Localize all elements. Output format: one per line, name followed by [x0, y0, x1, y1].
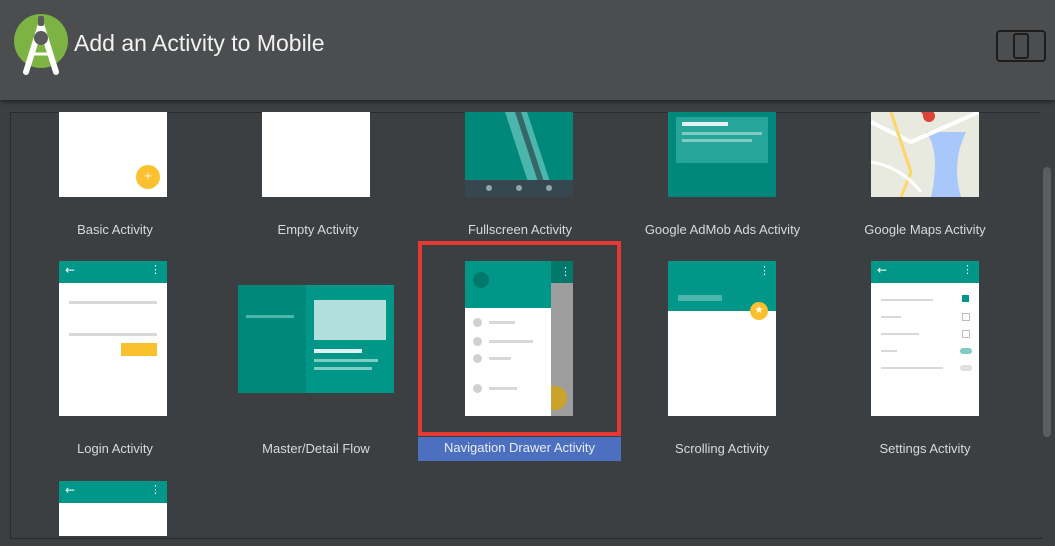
app-bar: ← ⋮: [59, 481, 167, 503]
login-button: [121, 343, 157, 356]
checkbox-checked-icon: [962, 295, 969, 302]
scrolling-activity-thumbnail: ⋮ ★: [668, 261, 776, 416]
activity-label: Fullscreen Activity: [467, 222, 573, 237]
activity-label: Navigation Drawer Activity: [418, 437, 621, 461]
activity-label: Master/Detail Flow: [262, 441, 370, 456]
back-arrow-icon: ←: [65, 483, 76, 497]
overflow-menu-icon: ⋮: [150, 483, 161, 496]
activity-tile-scrolling[interactable]: ⋮ ★ Scrolling Activity: [647, 261, 797, 466]
toggle-on-icon: [960, 348, 972, 354]
activity-tile-basic[interactable]: + Basic Activity: [40, 112, 190, 242]
settings-activity-thumbnail: ← ⋮: [871, 261, 979, 416]
back-arrow-icon: ←: [65, 263, 76, 277]
highlight-box: [418, 241, 621, 436]
checkbox-icon: [962, 330, 970, 338]
activity-tile-settings[interactable]: ← ⋮ Settings Activity: [850, 261, 1000, 466]
back-arrow-icon: ←: [877, 263, 888, 277]
activity-label: Basic Activity: [77, 222, 153, 237]
activity-label: Scrolling Activity: [675, 441, 769, 456]
dialog-title: Add an Activity to Mobile: [74, 30, 325, 56]
activity-tile-maps[interactable]: Google Maps Activity: [850, 112, 1000, 242]
activity-label: Login Activity: [77, 441, 153, 456]
app-bar: ← ⋮: [59, 261, 167, 283]
activity-tile-empty[interactable]: Empty Activity: [243, 112, 393, 242]
partial-activity-thumbnail: ← ⋮: [59, 481, 167, 536]
phone-tablet-icon[interactable]: [996, 30, 1046, 62]
empty-activity-thumbnail: [262, 112, 370, 197]
activity-tile-master-detail[interactable]: Master/Detail Flow: [238, 261, 398, 466]
activity-label: Google AdMob Ads Activity: [644, 222, 801, 237]
activity-tile-admob[interactable]: Google AdMob Ads Activity: [630, 112, 815, 242]
fab-icon: +: [136, 165, 160, 189]
master-detail-thumbnail: [238, 285, 394, 393]
activity-tile-fullscreen[interactable]: Fullscreen Activity: [445, 112, 595, 242]
basic-activity-thumbnail: +: [59, 112, 167, 197]
fullscreen-activity-thumbnail: [465, 112, 573, 197]
activity-label: Settings Activity: [879, 441, 971, 456]
star-fab-icon: ★: [750, 302, 768, 320]
vertical-scrollbar[interactable]: [1040, 112, 1053, 537]
activity-label: Google Maps Activity: [864, 222, 986, 237]
activity-tile-login[interactable]: ← ⋮ Login Activity: [40, 261, 190, 466]
scrollbar-thumb[interactable]: [1043, 167, 1051, 437]
overflow-menu-icon: ⋮: [150, 263, 161, 276]
map-art: [871, 112, 979, 197]
app-bar: ← ⋮: [871, 261, 979, 283]
admob-activity-thumbnail: [668, 112, 776, 197]
overflow-menu-icon: ⋮: [962, 263, 973, 276]
toggle-off-icon: [960, 365, 972, 371]
login-activity-thumbnail: ← ⋮: [59, 261, 167, 416]
fullscreen-art: [465, 112, 573, 197]
activity-tile-partial[interactable]: ← ⋮: [40, 481, 190, 536]
activity-label: Empty Activity: [277, 222, 359, 237]
android-studio-icon: [14, 14, 68, 75]
checkbox-icon: [962, 313, 970, 321]
maps-activity-thumbnail: [871, 112, 979, 197]
dialog-header: Add an Activity to Mobile: [0, 0, 1055, 100]
overflow-menu-icon: ⋮: [759, 264, 770, 277]
